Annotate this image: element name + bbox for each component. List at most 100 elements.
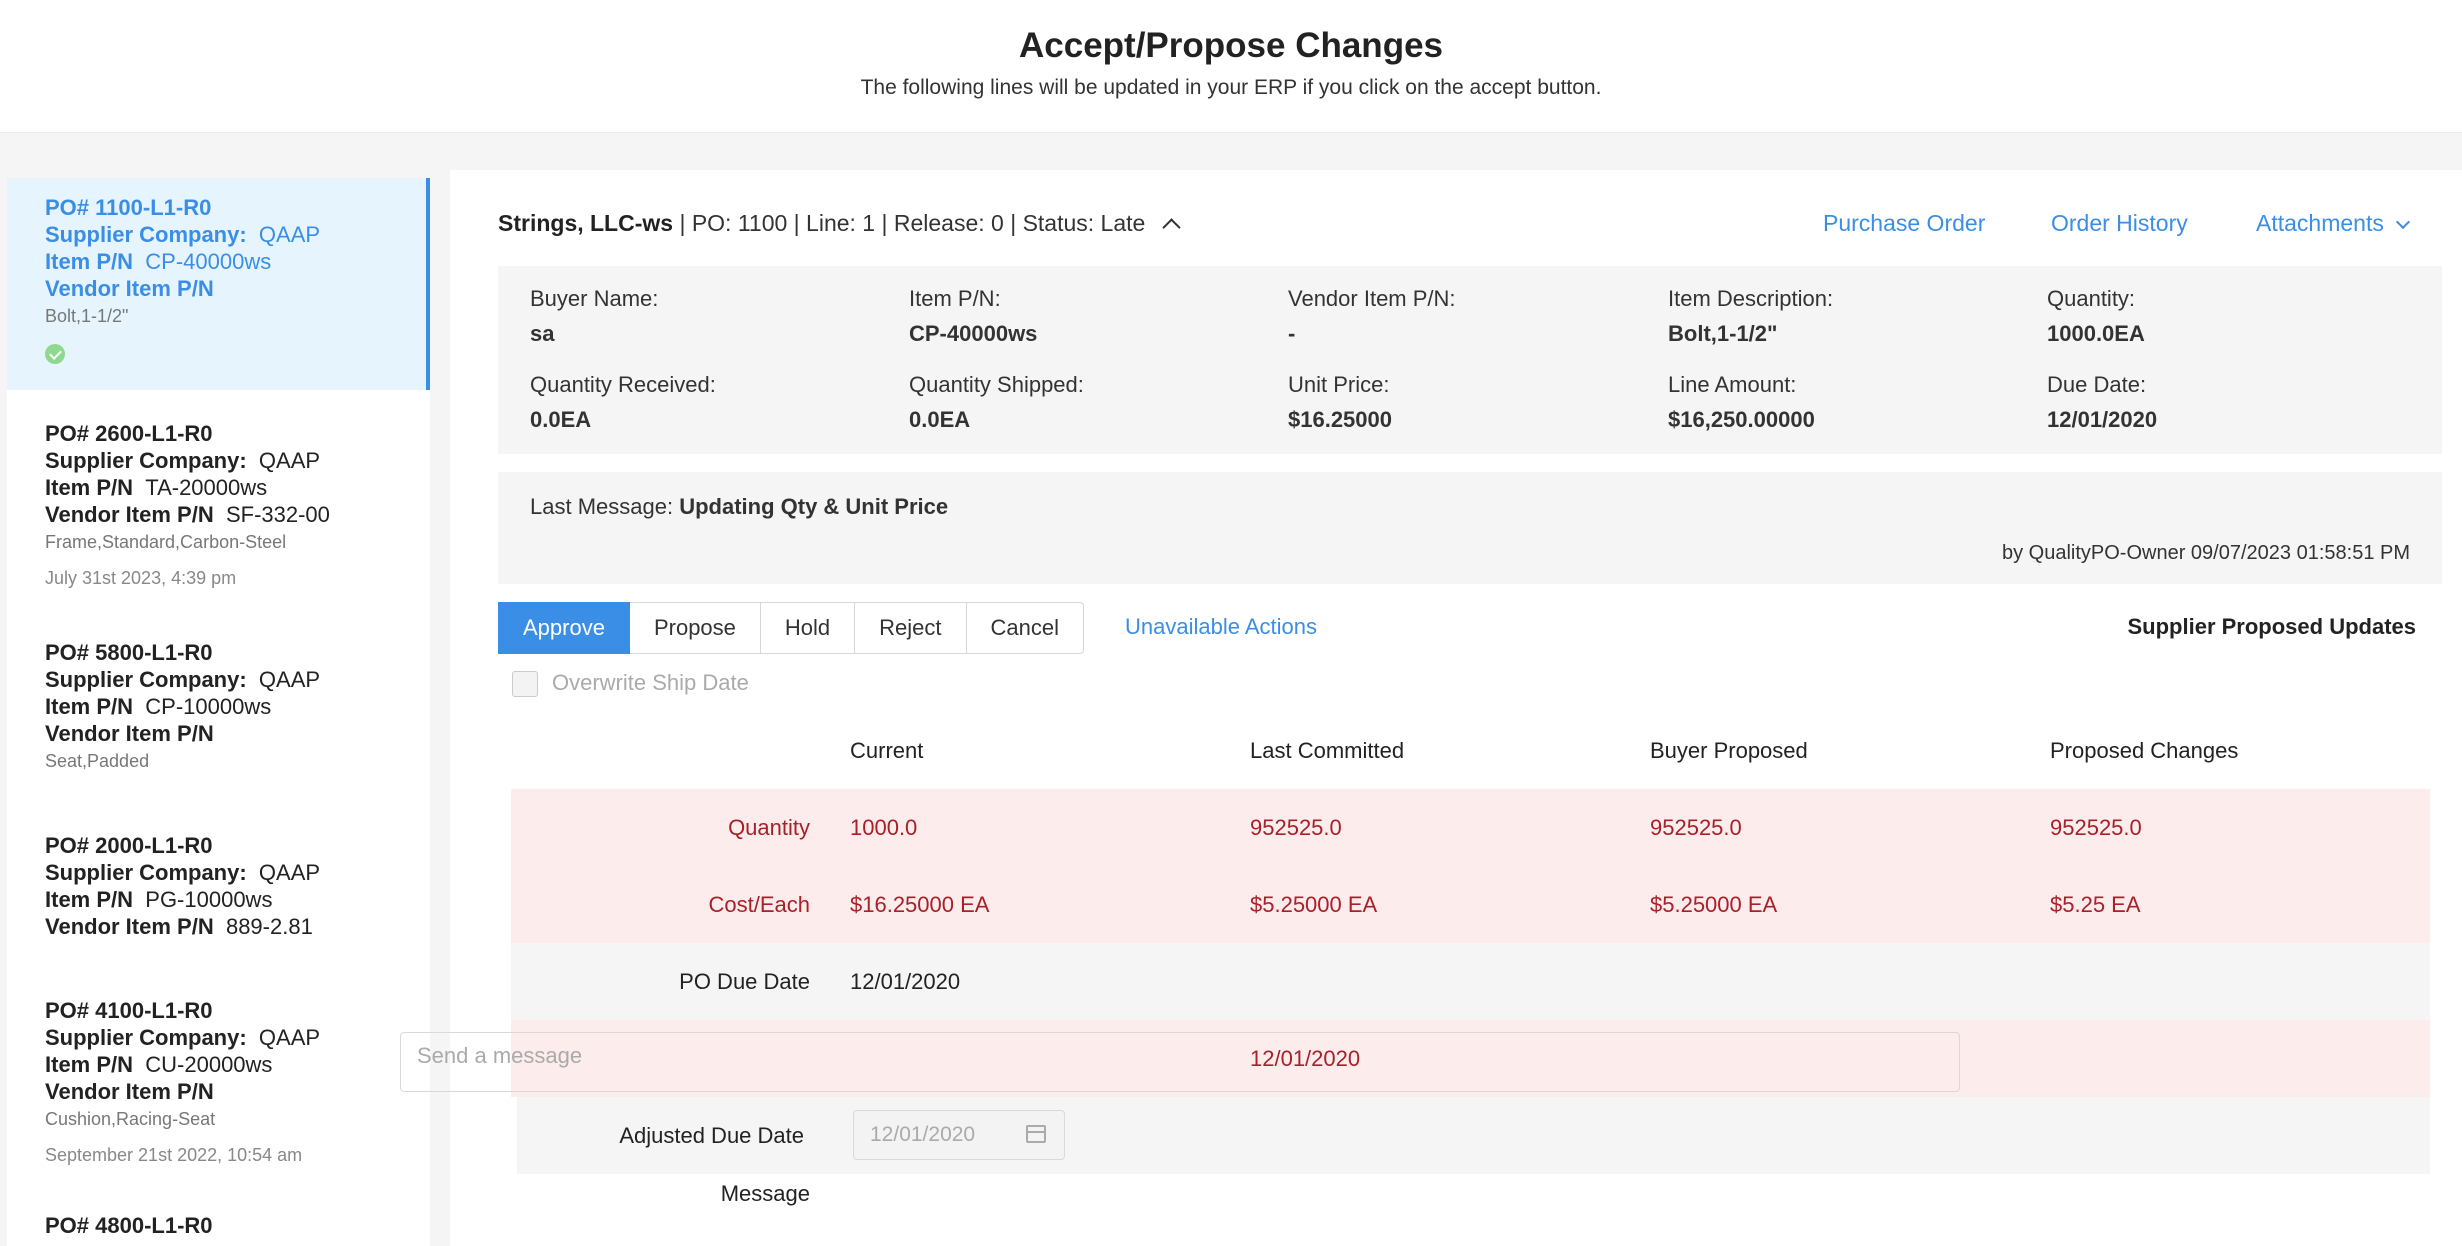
last-message-label: Last Message:: [530, 494, 674, 519]
chevron-up-icon[interactable]: [1162, 218, 1182, 237]
line-meta: | PO: 1100 | Line: 1 | Release: 0 | Stat…: [673, 210, 1146, 236]
supplier-label: Supplier Company:: [45, 448, 247, 473]
approve-button[interactable]: Approve: [498, 602, 630, 654]
line-summary[interactable]: Strings, LLC-ws | PO: 1100 | Line: 1 | R…: [498, 210, 1182, 237]
po-number: PO# 1100-L1-R0: [45, 195, 212, 220]
po-number: PO# 2600-L1-R0: [45, 421, 213, 446]
adjusted-due-date-row: Adjusted Due Date 12/01/2020: [517, 1097, 2430, 1174]
vendor-value: SF-332-00: [225, 502, 330, 527]
item-description: Frame,Standard,Carbon-Steel: [45, 532, 287, 552]
item-description: Bolt,1-1/2": [45, 306, 129, 326]
vendor-label: Vendor Item P/N: [45, 721, 214, 746]
detail-line-amount: Line Amount: $16,250.00000: [1668, 372, 1815, 432]
list-item[interactable]: PO# 4800-L1-R0: [7, 1212, 430, 1239]
item-label: Item P/N: [45, 887, 134, 912]
supplier-label: Supplier Company:: [45, 1025, 247, 1050]
company-name: Strings, LLC-ws: [498, 210, 674, 236]
line-details: Buyer Name: sa Item P/N: CP-40000ws Vendor…: [498, 266, 2442, 454]
po-number: PO# 4100-L1-R0: [45, 998, 213, 1023]
adjusted-due-date-label: Adjusted Due Date: [619, 1123, 804, 1148]
item-value: CP-40000ws: [145, 249, 272, 274]
item-value: TA-20000ws: [145, 475, 268, 500]
last-message-text: Updating Qty & Unit Price: [679, 494, 949, 519]
po-number: PO# 4800-L1-R0: [45, 1213, 213, 1238]
page-header: Accept/Propose Changes The following lin…: [0, 0, 2462, 133]
item-label: Item P/N: [45, 249, 134, 274]
supplier-label: Supplier Company:: [45, 222, 247, 247]
detail-item-description: Item Description: Bolt,1-1/2": [1668, 286, 1834, 346]
adjusted-due-date-value: 12/01/2020: [870, 1123, 976, 1146]
cell-last-committed: $5.25000 EA: [1250, 892, 1378, 917]
page-subtitle: The following lines will be updated in y…: [860, 76, 1602, 99]
vendor-label: Vendor Item P/N: [45, 914, 214, 939]
cell-proposed-changes: $5.25 EA: [2050, 892, 2141, 917]
cell-current: 12/01/2020: [850, 969, 961, 994]
message-input[interactable]: Send a message: [400, 1032, 1960, 1092]
adjusted-due-date-picker[interactable]: 12/01/2020: [853, 1110, 1065, 1160]
hold-button[interactable]: Hold: [760, 602, 856, 654]
row-label: PO Due Date: [679, 969, 810, 994]
row-label: Quantity: [728, 815, 810, 840]
purchase-order-link[interactable]: Purchase Order: [1823, 210, 1985, 237]
row-label: Cost/Each: [708, 892, 811, 917]
supplier-proposed-updates-heading: Supplier Proposed Updates: [2127, 614, 2417, 639]
column-header: Buyer Proposed: [1650, 738, 1808, 763]
item-label: Item P/N: [45, 475, 134, 500]
overwrite-ship-date[interactable]: Overwrite Ship Date: [512, 670, 749, 698]
order-history-link[interactable]: Order History: [2051, 210, 2188, 237]
detail-item-pn: Item P/N: CP-40000ws: [909, 286, 1038, 346]
detail-vendor-item-pn: Vendor Item P/N: -: [1288, 286, 1456, 346]
list-item[interactable]: PO# 5800-L1-R0 Supplier Company: QAAP It…: [7, 639, 430, 773]
item-value: CP-10000ws: [145, 694, 272, 719]
vendor-label: Vendor Item P/N: [45, 1079, 214, 1104]
detail-unit-price: Unit Price: $16.25000: [1288, 372, 1392, 432]
overwrite-ship-date-label: Overwrite Ship Date: [552, 670, 749, 695]
action-button-group: Approve Propose Hold Reject Cancel: [498, 602, 1084, 654]
cell-buyer-proposed: 952525.0: [1650, 815, 1742, 840]
list-item[interactable]: PO# 2000-L1-R0 Supplier Company: QAAP It…: [7, 832, 430, 940]
message-label: Message: [720, 1181, 810, 1206]
table-row: PO Due Date 12/01/2020: [511, 943, 2430, 1020]
table-header-row: Current Last Committed Buyer Proposed Pr…: [511, 712, 2430, 789]
supplier-value: QAAP: [258, 667, 321, 692]
attachments-dropdown[interactable]: Attachments: [2256, 210, 2410, 237]
po-line-list: PO# 1100-L1-R0 Supplier Company: QAAP It…: [7, 178, 430, 1246]
item-value: CU-20000ws: [145, 1052, 273, 1077]
calendar-icon: [1026, 1125, 1046, 1143]
cell-current: 1000.0: [850, 815, 918, 840]
table-row: Quantity 1000.0 952525.0 952525.0 952525…: [511, 789, 2430, 866]
vendor-label: Vendor Item P/N: [45, 276, 214, 301]
detail-quantity: Quantity: 1000.0EA: [2047, 286, 2145, 346]
item-value: PG-10000ws: [145, 887, 273, 912]
po-number: PO# 2000-L1-R0: [45, 833, 213, 858]
page-title: Accept/Propose Changes: [1019, 26, 1443, 65]
vendor-value: 889-2.81: [225, 914, 313, 939]
po-number: PO# 5800-L1-R0: [45, 640, 213, 665]
column-header: Last Committed: [1250, 738, 1405, 763]
detail-due-date: Due Date: 12/01/2020: [2047, 372, 2158, 432]
item-label: Item P/N: [45, 694, 134, 719]
list-item[interactable]: PO# 4100-L1-R0 Supplier Company: QAAP It…: [7, 997, 430, 1166]
cancel-button[interactable]: Cancel: [966, 602, 1084, 654]
cell-proposed-changes: 952525.0: [2050, 815, 2142, 840]
last-message-byline: by QualityPO-Owner 09/07/2023 01:58:51 P…: [2001, 542, 2410, 564]
reject-button[interactable]: Reject: [855, 602, 967, 654]
item-label: Item P/N: [45, 1052, 134, 1077]
overwrite-ship-date-checkbox[interactable]: [512, 671, 538, 698]
item-date: September 21st 2022, 10:54 am: [45, 1145, 303, 1165]
table-row: Cost/Each $16.25000 EA $5.25000 EA $5.25…: [511, 866, 2430, 943]
item-description: Seat,Padded: [45, 751, 150, 771]
vendor-label: Vendor Item P/N: [45, 502, 214, 527]
list-item[interactable]: PO# 1100-L1-R0 Supplier Company: QAAP It…: [7, 178, 430, 390]
attachments-label: Attachments: [2256, 210, 2384, 236]
cell-current: $16.25000 EA: [850, 892, 990, 917]
list-item[interactable]: PO# 2600-L1-R0 Supplier Company: QAAP It…: [7, 420, 430, 589]
item-date: July 31st 2023, 4:39 pm: [45, 568, 237, 588]
chevron-down-icon: [2395, 214, 2410, 230]
detail-quantity-received: Quantity Received: 0.0EA: [530, 372, 716, 432]
propose-button[interactable]: Propose: [629, 602, 761, 654]
supplier-value: QAAP: [258, 860, 321, 885]
unavailable-actions-link[interactable]: Unavailable Actions: [1125, 614, 1317, 640]
supplier-label: Supplier Company:: [45, 860, 247, 885]
supplier-value: QAAP: [258, 1025, 321, 1050]
